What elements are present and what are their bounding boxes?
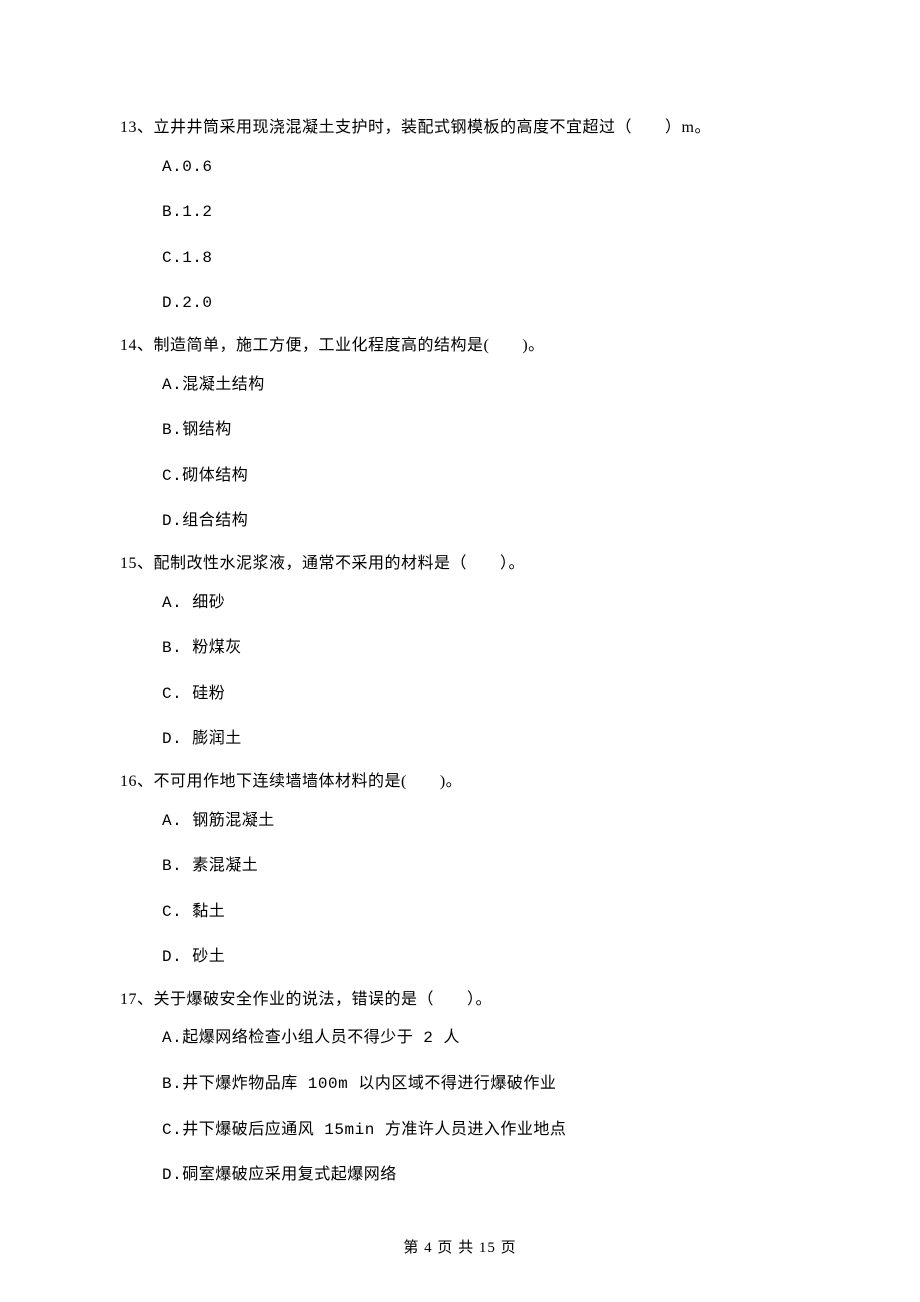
- option-a: A.混凝土结构: [162, 373, 800, 399]
- option-a: A.起爆网络检查小组人员不得少于 2 人: [162, 1026, 800, 1052]
- question-16: 16、不可用作地下连续墙墙体材料的是( )。 A. 钢筋混凝土 B. 素混凝土 …: [120, 769, 800, 971]
- option-a: A. 细砂: [162, 591, 800, 617]
- option-d: D. 膨润土: [162, 727, 800, 753]
- option-d: D.组合结构: [162, 509, 800, 535]
- option-b: B.井下爆炸物品库 100m 以内区域不得进行爆破作业: [162, 1072, 800, 1098]
- question-15: 15、配制改性水泥浆液，通常不采用的材料是（ ）。 A. 细砂 B. 粉煤灰 C…: [120, 551, 800, 753]
- question-stem: 15、配制改性水泥浆液，通常不采用的材料是（ ）。: [120, 551, 800, 577]
- option-b: B. 粉煤灰: [162, 636, 800, 662]
- option-c: C.砌体结构: [162, 464, 800, 490]
- option-list: A.起爆网络检查小组人员不得少于 2 人 B.井下爆炸物品库 100m 以内区域…: [120, 1026, 800, 1188]
- option-b: B. 素混凝土: [162, 854, 800, 880]
- option-list: A.混凝土结构 B.钢结构 C.砌体结构 D.组合结构: [120, 373, 800, 535]
- option-c: C.井下爆破后应通风 15min 方准许人员进入作业地点: [162, 1118, 800, 1144]
- question-stem: 16、不可用作地下连续墙墙体材料的是( )。: [120, 769, 800, 795]
- option-d: D.2.0: [162, 291, 800, 317]
- option-c: C.1.8: [162, 246, 800, 272]
- option-b: B.1.2: [162, 200, 800, 226]
- option-d: D.硐室爆破应采用复式起爆网络: [162, 1163, 800, 1189]
- question-stem: 13、立井井筒采用现浇混凝土支护时，装配式钢模板的高度不宜超过（ ）m。: [120, 115, 800, 141]
- option-c: C. 黏土: [162, 900, 800, 926]
- option-a: A. 钢筋混凝土: [162, 809, 800, 835]
- question-13: 13、立井井筒采用现浇混凝土支护时，装配式钢模板的高度不宜超过（ ）m。 A.0…: [120, 115, 800, 317]
- option-c: C. 硅粉: [162, 682, 800, 708]
- page-footer: 第 4 页 共 15 页: [0, 1236, 920, 1257]
- question-17: 17、关于爆破安全作业的说法，错误的是（ ）。 A.起爆网络检查小组人员不得少于…: [120, 987, 800, 1189]
- page-content: 13、立井井筒采用现浇混凝土支护时，装配式钢模板的高度不宜超过（ ）m。 A.0…: [0, 0, 920, 1189]
- option-d: D. 砂土: [162, 945, 800, 971]
- question-14: 14、制造简单，施工方便，工业化程度高的结构是( )。 A.混凝土结构 B.钢结…: [120, 333, 800, 535]
- option-list: A.0.6 B.1.2 C.1.8 D.2.0: [120, 155, 800, 317]
- option-a: A.0.6: [162, 155, 800, 181]
- question-stem: 17、关于爆破安全作业的说法，错误的是（ ）。: [120, 987, 800, 1013]
- option-list: A. 钢筋混凝土 B. 素混凝土 C. 黏土 D. 砂土: [120, 809, 800, 971]
- question-stem: 14、制造简单，施工方便，工业化程度高的结构是( )。: [120, 333, 800, 359]
- option-b: B.钢结构: [162, 418, 800, 444]
- option-list: A. 细砂 B. 粉煤灰 C. 硅粉 D. 膨润土: [120, 591, 800, 753]
